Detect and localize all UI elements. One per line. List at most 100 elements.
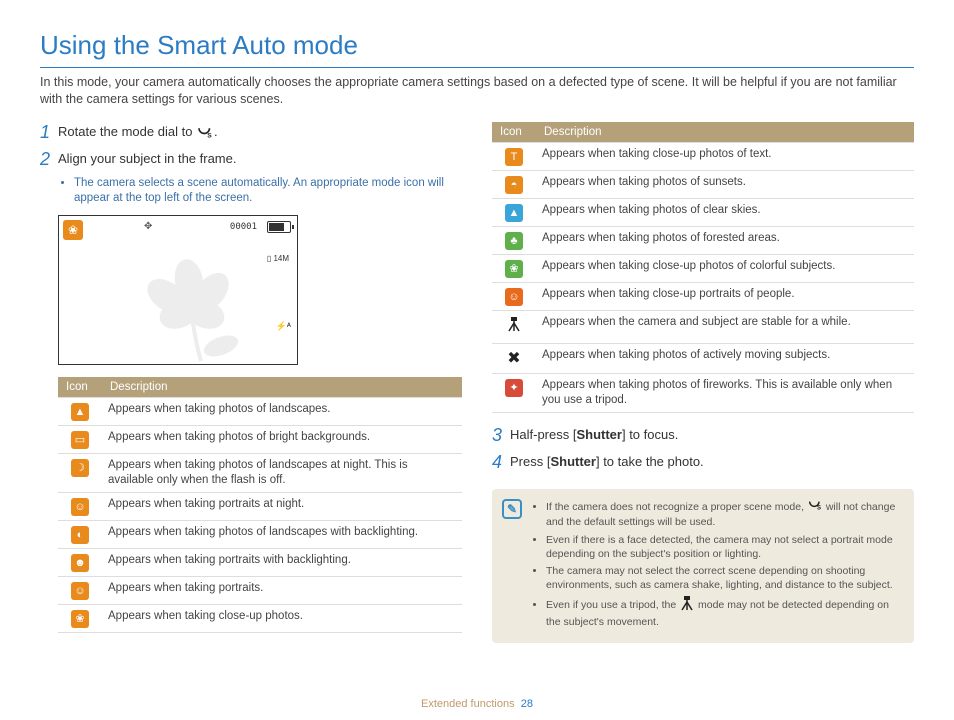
scene-icon: ☺ xyxy=(71,498,89,516)
table-row: ♣Appears when taking photos of forested … xyxy=(492,226,914,254)
note-icon: ✎ xyxy=(502,499,522,519)
step-2-text: Align your subject in the frame. xyxy=(58,149,236,168)
scene-icon: T xyxy=(505,148,523,166)
flash-auto-icon: ⚡ᴬ xyxy=(276,321,291,332)
scene-icon-cell: ☺ xyxy=(492,282,536,310)
note-item: Even if there is a face detected, the ca… xyxy=(546,533,900,561)
scene-desc-cell: Appears when taking photos of fireworks.… xyxy=(536,374,914,413)
step-number: 2 xyxy=(40,149,58,170)
scene-icon: ◓ xyxy=(505,176,523,194)
note-box: ✎ If the camera does not recognize a pro… xyxy=(492,489,914,642)
note-item: The camera may not select the correct sc… xyxy=(546,564,900,592)
scene-icon: ☺ xyxy=(71,582,89,600)
resolution-indicator: ▯ 14M xyxy=(267,254,289,263)
table-row: ☺ Appears when taking close-up portraits … xyxy=(492,282,914,310)
step-4-text: Press [Shutter] to take the photo. xyxy=(510,452,704,471)
scene-desc-cell: Appears when taking photos of landscapes… xyxy=(102,520,462,548)
scene-icon-cell: ✦ xyxy=(492,374,536,413)
step-number: 1 xyxy=(40,122,58,143)
scene-icon-cell: ❀ xyxy=(492,254,536,282)
scene-desc-cell: Appears when taking photos of actively m… xyxy=(536,343,914,374)
intro-text: In this mode, your camera automatically … xyxy=(40,74,914,108)
note-item: If the camera does not recognize a prope… xyxy=(546,499,900,529)
right-column: Icon Description T Appears when taking cl… xyxy=(492,122,914,643)
scene-desc-cell: Appears when taking close-up photos of c… xyxy=(536,254,914,282)
note-list: If the camera does not recognize a prope… xyxy=(546,499,900,632)
table-row: ◐ Appears when taking photos of landscape… xyxy=(58,520,462,548)
scene-icon: ❀ xyxy=(71,610,89,628)
table-row: Appears when the camera and subject are … xyxy=(492,310,914,343)
title-rule xyxy=(40,67,914,68)
lcd-counter: 00001 xyxy=(230,222,257,232)
scene-desc-cell: Appears when taking photos of sunsets. xyxy=(536,170,914,198)
scene-desc-cell: Appears when taking photos of bright bac… xyxy=(102,425,462,453)
scene-icon: ☻ xyxy=(71,554,89,572)
scene-icon: ☽ xyxy=(71,459,89,477)
th-desc: Description xyxy=(102,377,462,398)
scene-icon-cell: ▭ xyxy=(58,425,102,453)
step-2-bullets: The camera selects a scene automatically… xyxy=(60,176,462,207)
mode-dial-smart-icon: S xyxy=(196,125,214,139)
svg-text:S: S xyxy=(207,133,212,140)
scene-desc-cell: Appears when taking close-up portraits o… xyxy=(536,282,914,310)
scene-desc-cell: Appears when the camera and subject are … xyxy=(536,310,914,343)
th-desc: Description xyxy=(536,122,914,143)
scene-icon: ▭ xyxy=(71,431,89,449)
note-item: Even if you use a tripod, the mode may n… xyxy=(546,595,900,629)
scene-icon: ❀ xyxy=(505,260,523,278)
scene-icon-cell: ▲ xyxy=(492,198,536,226)
scene-icon: ❀ xyxy=(63,220,83,240)
table-row: ❀ Appears when taking close-up photos of … xyxy=(492,254,914,282)
scene-icon: ♣ xyxy=(505,232,523,250)
th-icon: Icon xyxy=(492,122,536,143)
table-row: ❀ Appears when taking close-up photos. xyxy=(58,604,462,632)
scene-icon-cell: ♣ xyxy=(492,226,536,254)
table-row: ◓ Appears when taking photos of sunsets. xyxy=(492,170,914,198)
table-row: ▭ Appears when taking photos of bright ba… xyxy=(58,425,462,453)
scene-icon: ◐ xyxy=(71,526,89,544)
scene-icon: ▲ xyxy=(71,403,89,421)
symbol-icon: ✖ xyxy=(507,350,520,367)
focus-icon: ✥ xyxy=(144,221,152,232)
step-number: 4 xyxy=(492,452,510,473)
scene-desc-cell: Appears when taking portraits at night. xyxy=(102,492,462,520)
th-icon: Icon xyxy=(58,377,102,398)
scene-icon: ▲ xyxy=(505,204,523,222)
scene-icon-cell: ☻ xyxy=(58,548,102,576)
step-1-text: Rotate the mode dial to S . xyxy=(58,122,218,141)
scene-desc-cell: Appears when taking photos of landscapes… xyxy=(102,397,462,425)
footer-page: 28 xyxy=(521,698,533,710)
table-row: ✖ Appears when taking photos of actively … xyxy=(492,343,914,374)
page-footer: Extended functions 28 xyxy=(0,698,954,710)
scene-icon-cell: ◓ xyxy=(492,170,536,198)
scene-icon-table-left: Icon Description ▲ Appears when taking ph… xyxy=(58,377,462,633)
left-column: 1 Rotate the mode dial to S . 2 Align yo… xyxy=(40,122,462,643)
scene-icon-table-right: Icon Description T Appears when taking cl… xyxy=(492,122,914,413)
scene-icon-cell: ❀ xyxy=(58,604,102,632)
table-row: ☺ Appears when taking portraits at night. xyxy=(58,492,462,520)
table-row: ✦Appears when taking photos of fireworks… xyxy=(492,374,914,413)
table-row: ☽Appears when taking photos of landscape… xyxy=(58,453,462,492)
camera-lcd-preview: ❀ ✥ 00001 ▯ 14M ⚡ᴬ xyxy=(58,215,298,365)
tripod-icon xyxy=(679,595,695,615)
step-1-pre: Rotate the mode dial to xyxy=(58,124,196,139)
step-3: 3 Half-press [Shutter] to focus. xyxy=(492,425,914,446)
tripod-icon xyxy=(506,319,522,336)
table-row: ☻Appears when taking portraits with back… xyxy=(58,548,462,576)
scene-desc-cell: Appears when taking close-up photos of t… xyxy=(536,142,914,170)
table-row: ☺ Appears when taking portraits. xyxy=(58,576,462,604)
footer-section: Extended functions xyxy=(421,698,515,710)
step-number: 3 xyxy=(492,425,510,446)
battery-icon xyxy=(267,221,291,233)
svg-text:S: S xyxy=(817,506,821,511)
scene-icon-cell: ☺ xyxy=(58,492,102,520)
table-row: ▲ Appears when taking photos of landscape… xyxy=(58,397,462,425)
scene-icon-cell: ☽ xyxy=(58,453,102,492)
scene-desc-cell: Appears when taking portraits. xyxy=(102,576,462,604)
scene-icon-cell: ◐ xyxy=(58,520,102,548)
step-3-text: Half-press [Shutter] to focus. xyxy=(510,425,678,444)
scene-desc-cell: Appears when taking close-up photos. xyxy=(102,604,462,632)
step-2-bullet: The camera selects a scene automatically… xyxy=(74,176,462,207)
scene-icon-cell xyxy=(492,310,536,343)
scene-icon: ☺ xyxy=(505,288,523,306)
